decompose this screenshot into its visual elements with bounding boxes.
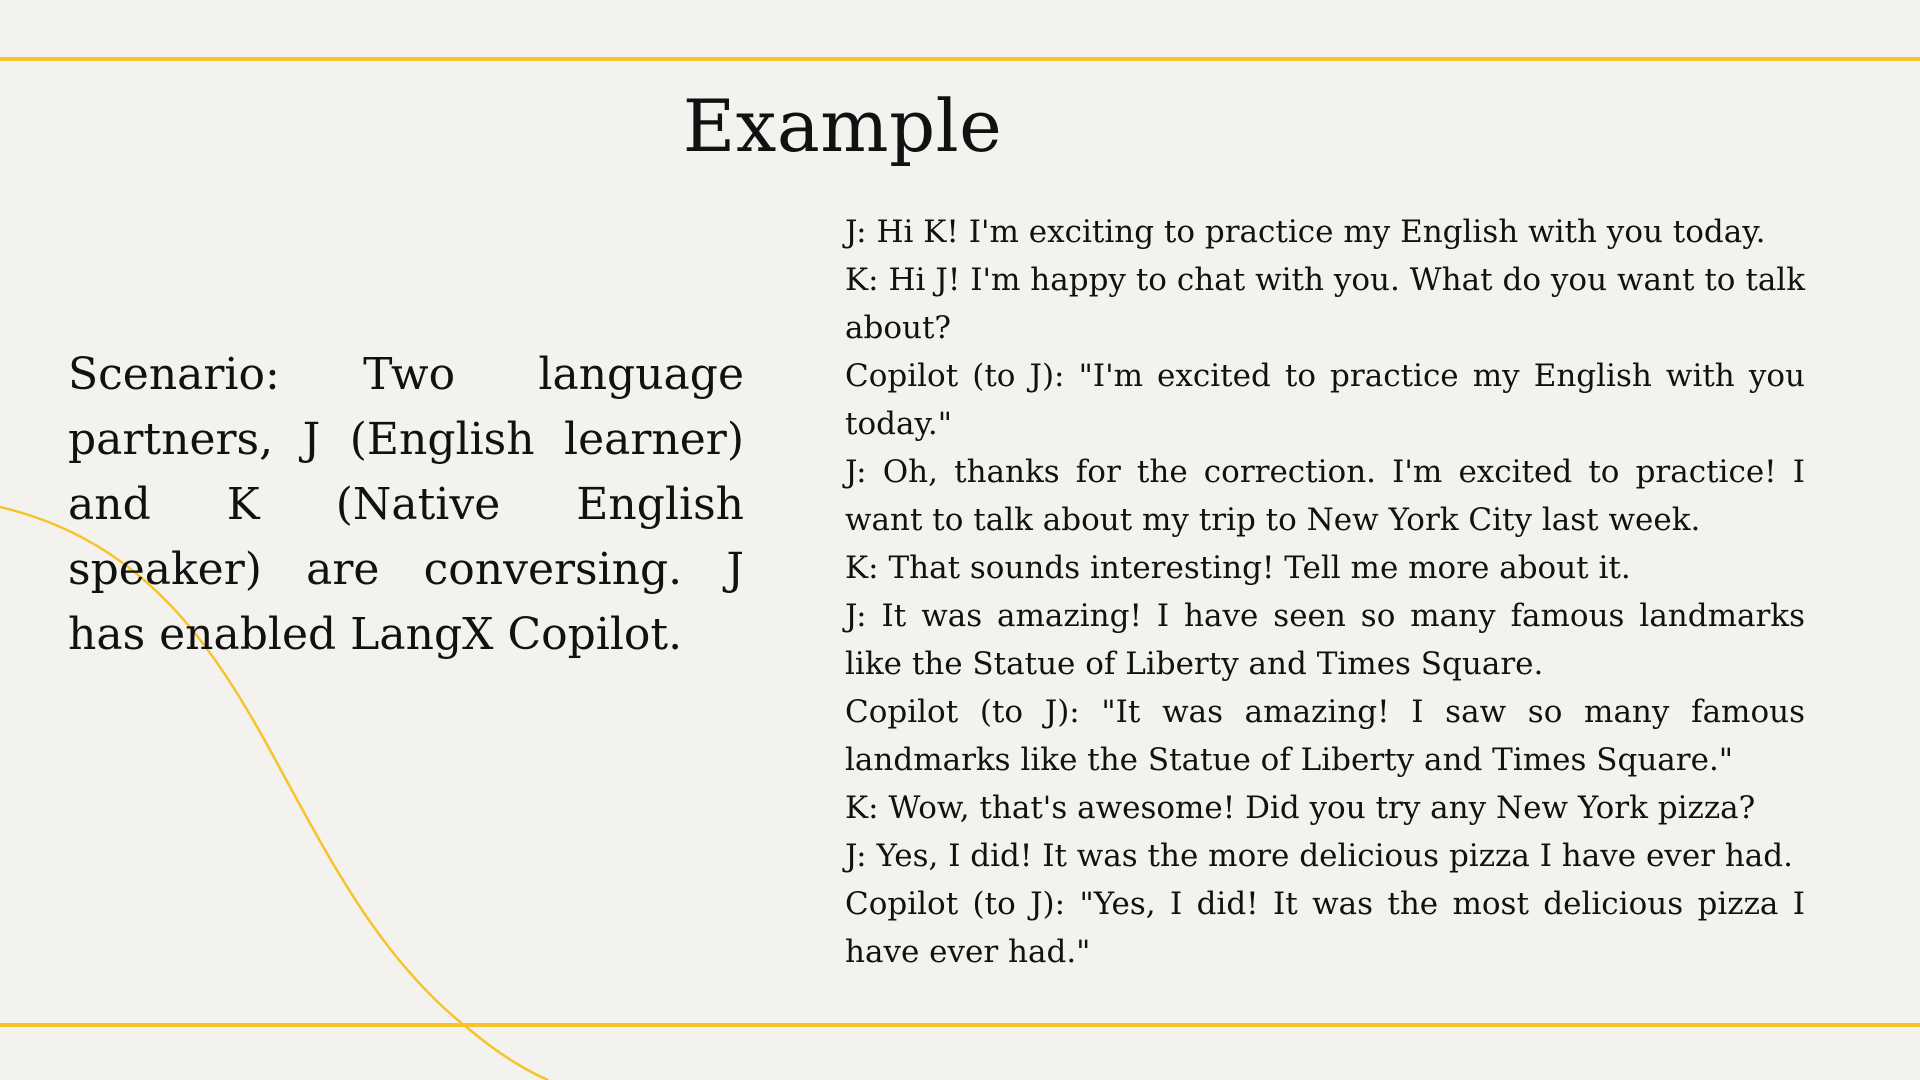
dialogue-line: Copilot (to J): "It was amazing! I saw s…: [845, 694, 1805, 778]
dialogue-line: J: Oh, thanks for the correction. I'm ex…: [845, 454, 1805, 538]
slide-title: Example: [682, 84, 1003, 168]
dialogue-line: Copilot (to J): "I'm excited to practice…: [845, 358, 1805, 442]
dialogue-line: K: Wow, that's awesome! Did you try any …: [845, 790, 1756, 826]
dialogue-line: J: Yes, I did! It was the more delicious…: [845, 838, 1793, 874]
scenario-text: Scenario: Two language partners, J (Engl…: [68, 349, 744, 660]
dialogue-line: J: Hi K! I'm exciting to practice my Eng…: [845, 214, 1766, 250]
dialogue-line: J: It was amazing! I have seen so many f…: [845, 598, 1805, 682]
dialogue-line: K: That sounds interesting! Tell me more…: [845, 550, 1631, 586]
dialogue-line: K: Hi J! I'm happy to chat with you. Wha…: [845, 262, 1805, 346]
dialogue-line: Copilot (to J): "Yes, I did! It was the …: [845, 886, 1805, 970]
bottom-accent-rule: [0, 1023, 1920, 1027]
top-accent-rule: [0, 57, 1920, 61]
slide: Example Scenario: Two language partners,…: [0, 0, 1920, 1080]
dialogue-transcript: J: Hi K! I'm exciting to practice my Eng…: [845, 208, 1805, 976]
